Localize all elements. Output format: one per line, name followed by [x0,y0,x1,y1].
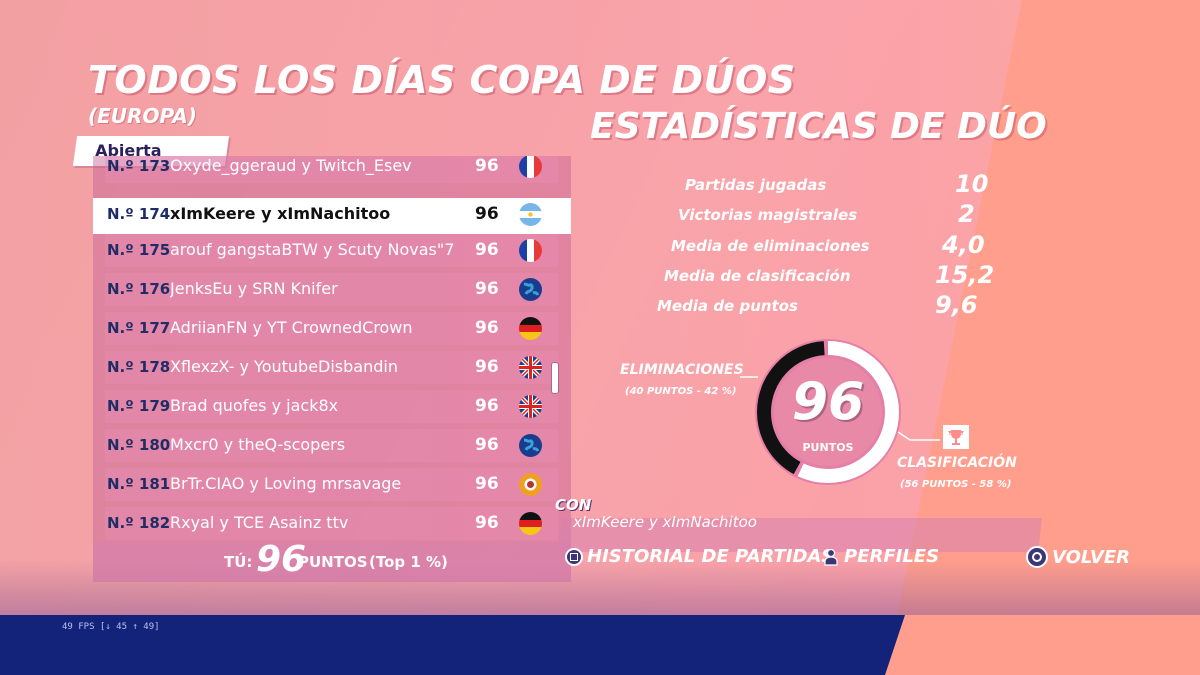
leaderboard-row-selected[interactable]: N.º 174 xImKeere y xImNachitoo 96 [93,198,571,234]
row-team-names: XflexzX- y YoutubeDisbandin [170,357,398,376]
back-label: VOLVER [1052,546,1130,568]
leaderboard-row[interactable]: N.º 182 Rxyal y TCE Asainz ttv 96 [105,507,558,540]
row-rank: N.º 182 [107,514,171,532]
row-flag-icon [519,512,542,535]
placement-title: CLASIFICACIÓN [897,455,1017,471]
leaderboard-row[interactable]: N.º 176 JenksEu y SRN Knifer 96 [105,273,558,306]
row-score: 96 [475,156,499,176]
trophy-icon [943,425,969,449]
row-flag-icon [519,434,542,457]
stat-label: Victorias magistrales [678,206,858,224]
row-flag-icon [519,356,542,379]
eliminations-title: ELIMINACIONES [620,362,744,378]
row-flag-icon [519,317,542,340]
leaderboard-row[interactable]: N.º 180 Mxcr0 y theQ-scopers 96 [105,429,558,462]
row-flag-icon [519,203,542,226]
donut-total-label: PUNTOS [802,441,854,454]
row-score: 96 [475,474,499,494]
donut-total: 96 [791,372,865,432]
stat-value: 4,0 [942,231,985,259]
row-rank: N.º 177 [107,319,171,337]
row-score: 96 [475,204,499,224]
leaderboard-row[interactable]: N.º 181 BrTr.CIAO y Loving mrsavage 96 [105,468,558,501]
row-team-names: Oxyde_ggeraud y Twitch_Esev [170,156,412,175]
row-score: 96 [475,318,499,338]
stat-label: Media de clasificación [664,267,851,285]
row-score: 96 [475,396,499,416]
leaderboard-scrollbar[interactable] [552,363,558,393]
row-team-names: arouf gangstaBTW y Scuty Novas"7 [170,240,455,259]
row-team-names: Rxyal y TCE Asainz ttv [170,513,349,532]
row-score: 96 [475,240,499,260]
profiles-label: PERFILES [844,546,940,567]
row-flag-icon [519,156,542,178]
event-title: TODOS LOS DÍAS COPA DE DÚOS [88,58,796,102]
your-score-bar: TÚ: 96 PUNTOS (Top 1 %) [93,539,571,582]
stat-label: Media de eliminaciones [671,237,870,255]
fps-counter: 49 FPS [↓ 45 ↑ 49] [62,622,160,632]
row-team-names: xImKeere y xImNachitoo [170,204,391,223]
stat-label: Media de puntos [657,297,798,315]
stats-title: ESTADÍSTICAS DE DÚO [590,106,1047,147]
row-rank: N.º 174 [107,205,171,223]
row-team-names: Mxcr0 y theQ-scopers [170,435,346,454]
leaderboard-row[interactable]: N.º 173 Oxyde_ggeraud y Twitch_Esev 96 [105,156,558,183]
stat-label: Partidas jugadas [685,176,827,194]
event-region: (EUROPA) [88,104,197,128]
match-history-label: HISTORIAL DE PARTIDAS [587,546,835,567]
stat-value: 9,6 [935,291,978,319]
row-flag-icon [519,278,542,301]
your-points-label: PUNTOS [298,553,368,571]
profiles-button[interactable]: PERFILES [822,546,939,567]
row-score: 96 [475,357,499,377]
teammate-label: CON [555,496,592,514]
stat-value: 15,2 [935,261,995,289]
row-rank: N.º 181 [107,475,171,493]
row-score: 96 [475,435,499,455]
row-rank: N.º 178 [107,358,171,376]
row-rank: N.º 175 [107,241,171,259]
circle-button-icon [1026,546,1048,568]
leaderboard[interactable]: N.º 182 Rxyal y TCE Asainz ttv 96 N.º 181 Br… [93,156,571,582]
eliminations-subtitle: (40 PUNTOS - 42 %) [625,386,737,397]
match-history-button[interactable]: HISTORIAL DE PARTIDAS [565,546,834,567]
leaderboard-row[interactable]: N.º 179 Brad quofes y jack8x 96 [105,390,558,423]
player-icon [824,548,838,566]
row-flag-icon [519,473,542,496]
your-top-percent: (Top 1 %) [369,553,448,571]
your-label: TÚ: [224,553,253,571]
leaderboard-row[interactable]: N.º 177 AdriianFN y YT CrownedCrown 96 [105,312,558,345]
row-team-names: JenksEu y SRN Knifer [170,279,338,298]
square-button-icon [565,547,583,566]
stat-value: 2 [958,200,975,228]
row-rank: N.º 179 [107,397,171,415]
teammate-names: xImKeere y xImNachitoo [573,513,757,531]
row-team-names: Brad quofes y jack8x [170,396,339,415]
row-flag-icon [519,239,542,262]
row-team-names: BrTr.CIAO y Loving mrsavage [170,474,402,493]
row-rank: N.º 180 [107,436,171,454]
leaderboard-row[interactable]: N.º 178 XflexzX- y YoutubeDisbandin 96 [105,351,558,384]
back-button[interactable]: VOLVER [1026,546,1130,568]
row-rank: N.º 176 [107,280,171,298]
row-rank: N.º 173 [107,157,171,175]
stat-value: 10 [955,170,989,198]
row-team-names: AdriianFN y YT CrownedCrown [170,318,413,337]
leaderboard-row[interactable]: N.º 175 arouf gangstaBTW y Scuty Novas"7 9… [105,234,558,267]
placement-subtitle: (56 PUNTOS - 58 %) [900,479,1012,490]
row-flag-icon [519,395,542,418]
row-score: 96 [475,279,499,299]
row-score: 96 [475,513,499,533]
